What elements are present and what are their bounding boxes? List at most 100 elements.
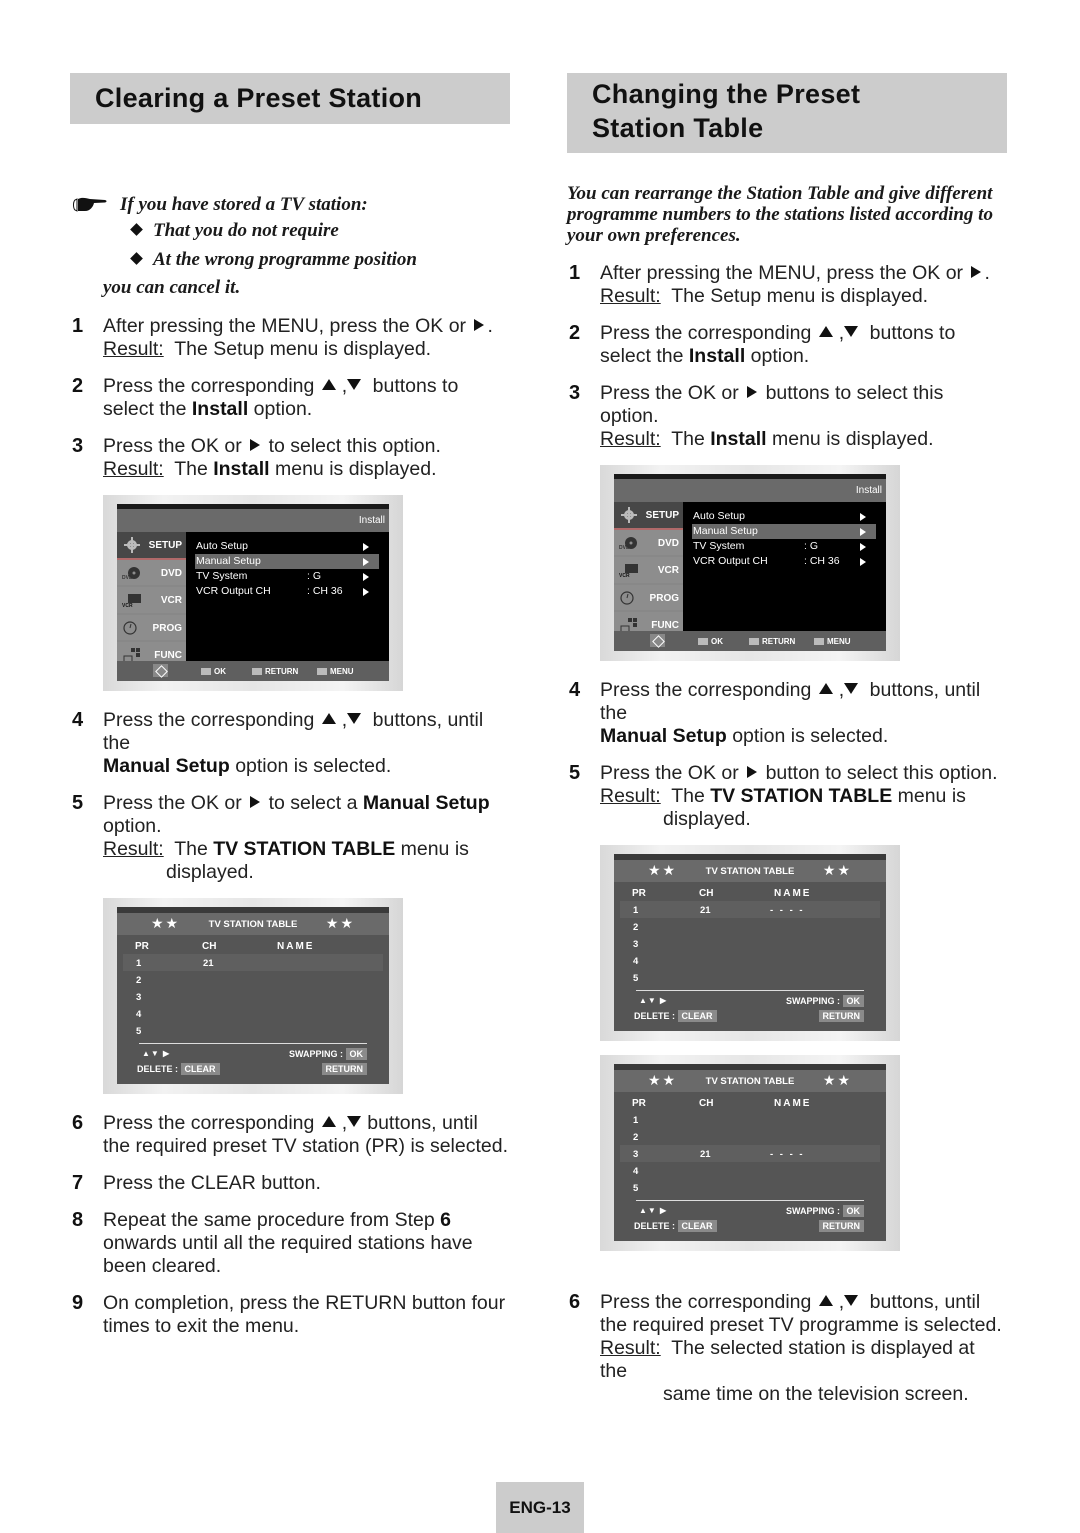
clear-key: CLEAR <box>677 1220 717 1232</box>
move-arrows-icon <box>650 634 665 647</box>
stars-icon: ★★ <box>822 862 852 878</box>
table-row: 1 <box>633 1115 639 1126</box>
menu-key-icon <box>814 638 824 645</box>
osd-station-table: ★★ TV STATION TABLE ★★ PR CH NAME 1 2 3 21- - - -… <box>614 1064 886 1241</box>
dvd-disc-icon: DVD <box>619 536 637 551</box>
osd-sidebar-prog: PROG <box>614 584 683 613</box>
note-tail: you can cancel it. <box>103 277 241 298</box>
vcr-tape-icon: VCR <box>122 594 141 608</box>
step-3: 3 Press the OK or to select this option.… <box>72 435 441 480</box>
down-arrow-icon <box>844 683 859 695</box>
note-block: If you have stored a TV station: That yo… <box>70 192 510 301</box>
down-arrow-icon <box>347 713 362 725</box>
osd-sidebar-dvd: DVD DVD <box>614 529 683 558</box>
menu-key-icon <box>317 668 327 675</box>
table-row: 5 <box>633 1183 639 1194</box>
steps-list: 1 After pressing the MENU, press the OK … <box>70 315 510 1338</box>
osd-menu-item-selected: Manual Setup <box>195 554 379 569</box>
up-arrow-icon <box>819 326 834 338</box>
station-table-header: PR CH NAME <box>632 1098 812 1109</box>
station-table-screenshot: ★★ TV STATION TABLE ★★ PR CH NAME 1 21 2 3 4 5 ▲▼ ▶ D… <box>103 898 403 1094</box>
osd-menu-item: Auto Setup <box>692 509 876 524</box>
right-arrow-icon <box>747 385 758 398</box>
osd-menu-item: TV System: G <box>195 569 379 584</box>
step-7: 7 Press the CLEAR button. <box>72 1172 321 1194</box>
diamond-bullet-icon <box>130 223 143 236</box>
stars-icon: ★★ <box>822 1072 852 1088</box>
step-4: 4 Press the corresponding , buttons, unt… <box>72 709 484 777</box>
right-arrow-icon <box>860 513 866 521</box>
station-table-footer: ▲▼ ▶ DELETE : CLEAR SWAPPING : OK RETURN <box>614 991 886 1027</box>
note-bullet: At the wrong programme position <box>120 247 510 273</box>
svg-text:DVD: DVD <box>619 545 630 551</box>
station-table-header: PR CH NAME <box>135 941 315 952</box>
osd-menu-item: Auto Setup <box>195 539 379 554</box>
return-key: RETURN <box>321 1063 367 1075</box>
return-key: RETURN <box>818 1010 864 1022</box>
changing-preset-section: Changing the Preset Station Table You ca… <box>567 73 1007 1420</box>
section-title-changing: Changing the Preset Station Table <box>567 73 1007 153</box>
osd-station-table: ★★ TV STATION TABLE ★★ PR CH NAME 1 21 2 3 4 5 ▲▼ ▶ D… <box>117 907 389 1084</box>
svg-text:VCR: VCR <box>619 573 630 578</box>
osd-sidebar: SETUP DVD DVD VCR VCR PROG FUNC <box>614 502 683 640</box>
table-row: 4 <box>633 956 639 967</box>
step-5: 5 Press the OK or button to select this … <box>569 762 998 830</box>
step-6: 6 Press the corresponding , buttons, unt… <box>569 1291 1002 1405</box>
return-key-icon <box>749 638 759 645</box>
osd-install-menu: Install SETUP DVD DVD VCR VCR PROG FUNC … <box>117 504 389 681</box>
diamond-bullet-icon <box>130 252 143 265</box>
nav-arrows-icon: ▲▼ ▶ <box>142 1049 171 1058</box>
right-arrow-icon <box>363 543 369 551</box>
table-row: 1 21- - - - <box>620 901 880 918</box>
right-arrow-icon <box>860 543 866 551</box>
osd-sidebar-dvd: DVD DVD <box>117 559 186 588</box>
table-row: 4 <box>136 1009 142 1020</box>
right-arrow-icon <box>747 765 758 778</box>
osd-menu-list: Auto Setup Manual Setup TV System: G VCR… <box>186 532 389 661</box>
table-row: 2 <box>633 1132 639 1143</box>
gear-icon <box>621 507 637 523</box>
section-title-clearing: Clearing a Preset Station <box>70 73 510 124</box>
step-2: 2 Press the corresponding , buttons to s… <box>72 375 459 420</box>
up-arrow-icon <box>322 1116 337 1128</box>
down-arrow-icon <box>844 326 859 338</box>
clear-key: CLEAR <box>180 1063 220 1075</box>
page-number: ENG-13 <box>496 1482 584 1533</box>
ok-key-icon <box>698 638 708 645</box>
right-arrow-icon <box>363 588 369 596</box>
station-table-title-bar: ★★ TV STATION TABLE ★★ <box>117 913 389 935</box>
right-arrow-icon <box>971 265 982 278</box>
osd-menu-item: VCR Output CH: CH 36 <box>195 584 379 599</box>
note-bullet: That you do not require <box>120 218 510 244</box>
step-8: 8 Repeat the same procedure from Step 6 … <box>72 1209 473 1277</box>
step-4: 4 Press the corresponding , buttons, unt… <box>569 679 981 747</box>
osd-sidebar-vcr: VCR VCR <box>117 587 186 615</box>
note-lead: If you have stored a TV station: <box>120 194 368 215</box>
gear-icon <box>124 537 140 553</box>
osd-menu-item: TV System: G <box>692 539 876 554</box>
table-row: 1 21 <box>123 954 383 971</box>
table-row: 2 <box>633 922 639 933</box>
right-arrow-icon <box>474 318 485 331</box>
osd-sidebar-setup: SETUP <box>614 502 683 530</box>
station-table-screenshot: ★★ TV STATION TABLE ★★ PR CH NAME 1 2 3 21- - - -… <box>600 1055 900 1251</box>
step-3: 3 Press the OK or buttons to select this… <box>569 382 944 450</box>
install-menu-screenshot: Install SETUP DVD DVD VCR VCR PROG FUNC … <box>600 465 900 661</box>
ok-key: OK <box>345 1048 367 1060</box>
step-1: 1 After pressing the MENU, press the OK … <box>569 262 990 307</box>
osd-install-menu: Install SETUP DVD DVD VCR VCR PROG FUNC … <box>614 474 886 651</box>
stars-icon: ★★ <box>325 915 355 931</box>
right-arrow-icon <box>860 558 866 566</box>
table-row: 3 <box>136 992 142 1003</box>
ok-key: OK <box>842 995 864 1007</box>
osd-sidebar-setup: SETUP <box>117 532 186 560</box>
step-1: 1 After pressing the MENU, press the OK … <box>72 315 493 360</box>
clear-key: CLEAR <box>677 1010 717 1022</box>
clearing-preset-section: Clearing a Preset Station If you have st… <box>70 73 510 1352</box>
station-table-title-bar: ★★ TV STATION TABLE ★★ <box>614 1070 886 1092</box>
osd-station-table: ★★ TV STATION TABLE ★★ PR CH NAME 1 21- - - - 2 3… <box>614 854 886 1031</box>
osd-menu-item-selected: Manual Setup <box>692 524 876 539</box>
station-table-header: PR CH NAME <box>632 888 812 899</box>
intro-text: You can rearrange the Station Table and … <box>567 183 993 246</box>
station-table-footer: ▲▼ ▶ DELETE : CLEAR SWAPPING : OK RETURN <box>117 1044 389 1080</box>
